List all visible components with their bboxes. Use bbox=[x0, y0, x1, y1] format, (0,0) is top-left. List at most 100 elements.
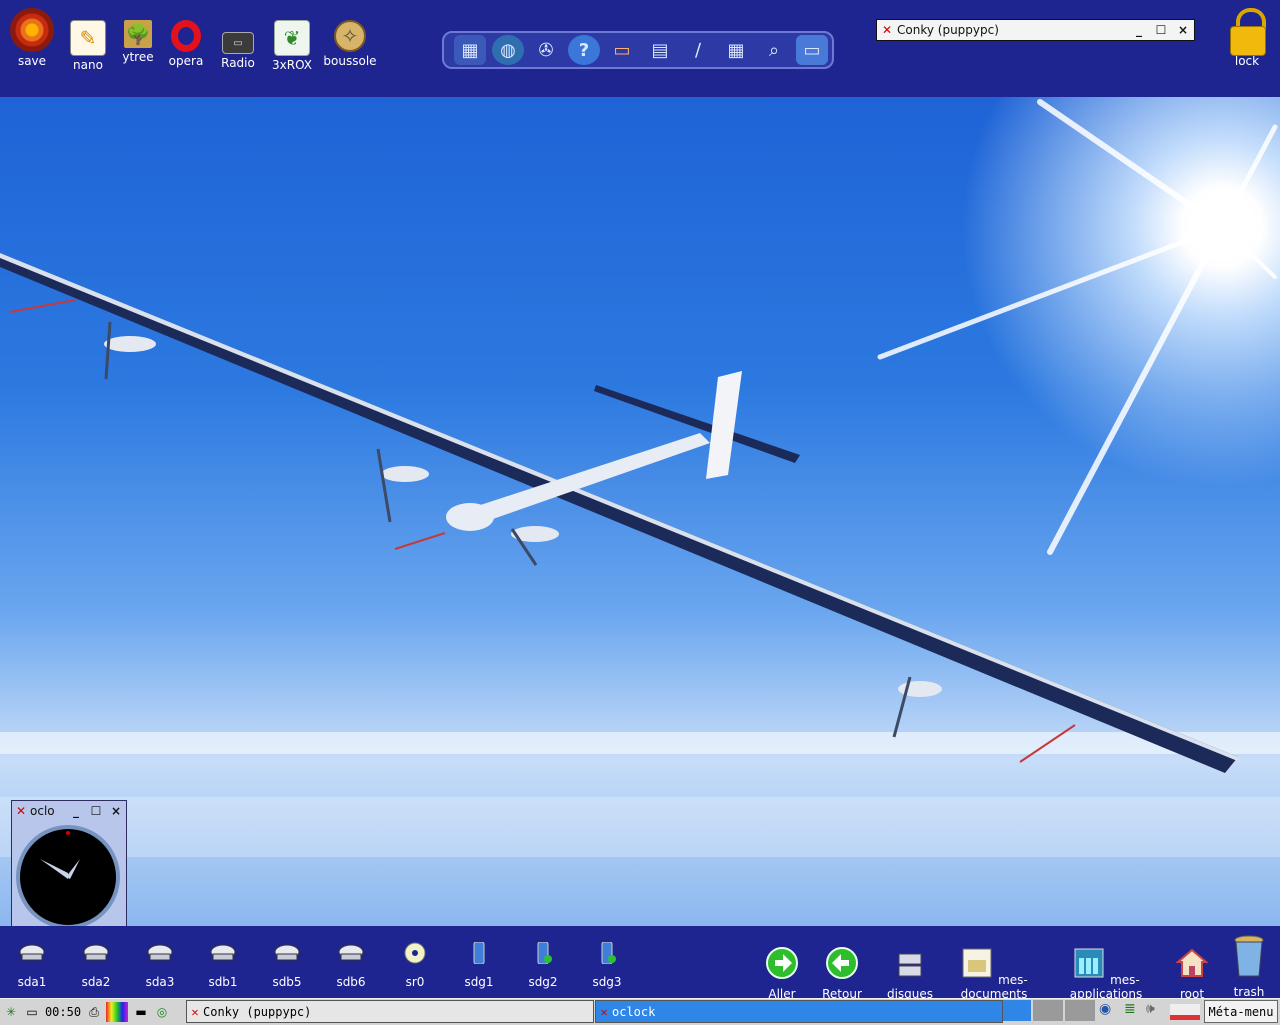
film-reel-icon[interactable]: ✇ bbox=[530, 35, 562, 65]
usb-drive-mounted-icon bbox=[537, 941, 552, 965]
documents-icon bbox=[962, 948, 992, 978]
task-label: Conky (puppypc) bbox=[203, 1004, 312, 1019]
trash-button[interactable]: trash bbox=[1224, 934, 1274, 999]
opera-label: opera bbox=[168, 54, 204, 68]
analog-clock bbox=[16, 825, 120, 929]
drive-label: sda2 bbox=[81, 975, 111, 989]
radio-receiver-icon: ▭ bbox=[222, 32, 254, 54]
close-button[interactable]: × bbox=[1172, 23, 1194, 37]
desktop-icon[interactable]: ▦ bbox=[454, 35, 486, 65]
hard-drive-icon bbox=[83, 944, 109, 961]
cpu-graph-icon bbox=[1170, 1004, 1200, 1020]
draw-icon[interactable]: ∕ bbox=[682, 35, 714, 65]
applications-icon bbox=[1074, 948, 1104, 978]
opera-o-icon bbox=[171, 20, 201, 52]
3xrox-desktop-icon[interactable]: ❦ 3xROX bbox=[262, 20, 322, 72]
drive-label: sdg1 bbox=[464, 975, 494, 989]
drive-label: sdb1 bbox=[208, 975, 238, 989]
drive-sda3[interactable]: sda3 bbox=[135, 942, 185, 989]
drive-sdb1[interactable]: sdb1 bbox=[198, 942, 248, 989]
save-label: save bbox=[17, 54, 47, 68]
drive-label: sda1 bbox=[17, 975, 47, 989]
boussole-label: boussole bbox=[323, 54, 377, 68]
hard-drive-icon bbox=[210, 944, 236, 961]
clock-time[interactable]: 00:50 bbox=[42, 1002, 84, 1022]
aller-button[interactable]: Aller bbox=[758, 946, 806, 1001]
drive-sda1[interactable]: sda1 bbox=[7, 942, 57, 989]
globe-icon[interactable]: ◍ bbox=[492, 35, 524, 65]
drive-sda2[interactable]: sda2 bbox=[71, 942, 121, 989]
root-button[interactable]: root bbox=[1168, 946, 1216, 1001]
hard-drive-icon bbox=[338, 944, 364, 961]
3xrox-label: 3xROX bbox=[272, 58, 312, 72]
hard-drive-icon bbox=[274, 944, 300, 961]
drive-sdb6[interactable]: sdb6 bbox=[326, 942, 376, 989]
oclock-titlebar[interactable]: ✕ oclo _ ☐ × bbox=[12, 801, 126, 821]
conky-window[interactable]: ✕ Conky (puppypc) _ ☐ × bbox=[876, 19, 1195, 41]
drive-label: sda3 bbox=[145, 975, 175, 989]
oclock-window[interactable]: ✕ oclo _ ☐ × bbox=[11, 800, 127, 934]
disques-button[interactable]: disques bbox=[884, 946, 936, 1001]
notepad-pencil-icon: ✎ bbox=[70, 20, 106, 56]
help-icon[interactable]: ? bbox=[568, 35, 600, 65]
go-forward-icon bbox=[766, 947, 798, 979]
pager-desk-3[interactable] bbox=[1065, 1000, 1095, 1021]
network-monitor-icon[interactable]: ◉ bbox=[1099, 1001, 1111, 1017]
drive-label: sdb6 bbox=[336, 975, 366, 989]
drive-label: sdb5 bbox=[272, 975, 302, 989]
drive-sdg3[interactable]: sdg3 bbox=[582, 941, 632, 989]
maximize-button[interactable]: ☐ bbox=[86, 804, 106, 818]
minimize-button[interactable]: _ bbox=[1128, 23, 1150, 37]
network-globe-icon[interactable]: ◎ bbox=[152, 1002, 172, 1022]
drive-sdg2[interactable]: sdg2 bbox=[518, 941, 568, 989]
drive-sdb5[interactable]: sdb5 bbox=[262, 942, 312, 989]
meta-menu-button[interactable]: Méta-menu bbox=[1204, 1000, 1278, 1023]
minimize-button[interactable]: _ bbox=[66, 804, 86, 818]
nano-label: nano bbox=[73, 58, 103, 72]
oclock-window-title: oclo bbox=[30, 804, 55, 818]
retour-button[interactable]: Retour bbox=[816, 946, 868, 1001]
pager-desk-1[interactable] bbox=[1003, 1000, 1031, 1021]
memory-stack-icon[interactable]: ≣ bbox=[1124, 1001, 1136, 1017]
usb-drive-icon bbox=[473, 941, 485, 965]
task-oclock[interactable]: ✕ oclock bbox=[595, 1000, 1003, 1023]
start-star-icon[interactable]: ✳ bbox=[0, 1002, 22, 1022]
task-x-icon: ✕ bbox=[191, 1004, 199, 1019]
radio-desktop-icon[interactable]: ▭ Radio bbox=[208, 20, 268, 70]
mes-applications-button[interactable]: mes-applications bbox=[1054, 946, 1158, 1001]
color-palette-icon[interactable] bbox=[106, 1002, 128, 1022]
trash-icon bbox=[1234, 935, 1264, 977]
ytree-icon: 🌳 bbox=[124, 20, 152, 48]
save-target-icon bbox=[10, 8, 54, 52]
briefcase-icon[interactable]: ▭ bbox=[606, 35, 638, 65]
drive-sdg1[interactable]: sdg1 bbox=[454, 941, 504, 989]
lock-desktop-icon[interactable]: lock bbox=[1218, 8, 1276, 68]
compass-icon: ✧ bbox=[334, 20, 366, 52]
close-button[interactable]: × bbox=[106, 804, 126, 818]
calculator-icon[interactable]: ▦ bbox=[720, 35, 752, 65]
volume-icon[interactable]: 🕪 bbox=[1146, 1001, 1155, 1017]
boussole-desktop-icon[interactable]: ✧ boussole bbox=[320, 20, 380, 68]
trash-label: trash bbox=[1233, 985, 1265, 999]
task-conky[interactable]: ✕ Conky (puppypc) bbox=[186, 1000, 594, 1023]
ytree-label: ytree bbox=[122, 50, 154, 64]
monitor-icon[interactable]: ▭ bbox=[796, 35, 828, 65]
printer-icon[interactable]: ⎙ bbox=[84, 1002, 104, 1022]
drive-label: sr0 bbox=[405, 975, 425, 989]
pager-desk-2[interactable] bbox=[1033, 1000, 1063, 1021]
opera-desktop-icon[interactable]: opera bbox=[156, 20, 216, 68]
show-desktop-icon[interactable]: ▭ bbox=[22, 1002, 42, 1022]
task-label: oclock bbox=[612, 1004, 656, 1019]
find-document-icon[interactable]: ▤ bbox=[644, 35, 676, 65]
save-desktop-icon[interactable]: save bbox=[2, 8, 62, 68]
maximize-button[interactable]: ☐ bbox=[1150, 23, 1172, 37]
drive-mount-icon[interactable]: ▬ bbox=[130, 1002, 152, 1022]
mes-documents-button[interactable]: mes-documents bbox=[944, 946, 1044, 1001]
magnifier-icon[interactable]: ⌕ bbox=[758, 35, 790, 65]
task-x-icon: ✕ bbox=[600, 1004, 608, 1019]
drive-label: sdg2 bbox=[528, 975, 558, 989]
padlock-icon bbox=[1230, 8, 1266, 56]
window-x-icon: ✕ bbox=[15, 804, 27, 818]
home-icon bbox=[1175, 948, 1209, 977]
drive-sr0[interactable]: sr0 bbox=[390, 942, 440, 989]
